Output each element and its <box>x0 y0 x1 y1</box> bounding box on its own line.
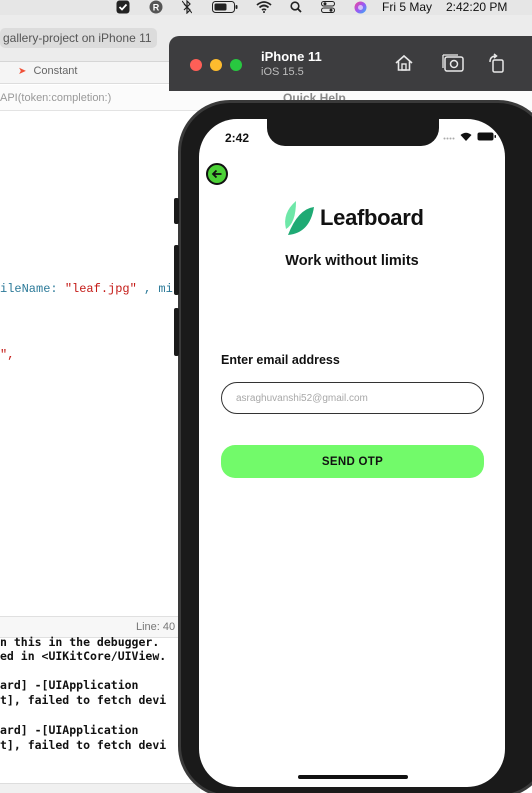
code-string: "leaf.jpg" <box>64 282 137 296</box>
console-line: n this in the debugger. <box>0 635 160 649</box>
swift-icon: ➤ <box>18 66 27 77</box>
siri-icon[interactable] <box>352 0 368 14</box>
console-line: ard] -[UIApplication <box>0 678 139 692</box>
console-line: ard] -[UIApplication <box>0 723 139 737</box>
code-line[interactable]: ileName: "leaf.jpg" , mi <box>0 282 173 296</box>
checkbox-icon[interactable] <box>115 0 131 14</box>
screenshot-icon[interactable] <box>440 50 466 76</box>
line-indicator: Line: 40 <box>136 621 176 633</box>
volume-up-button <box>174 198 179 224</box>
code-rest: , mi <box>136 282 173 296</box>
code-line[interactable]: ", <box>0 348 14 362</box>
send-otp-button[interactable]: SEND OTP <box>221 445 484 478</box>
tagline: Work without limits <box>285 253 419 269</box>
notch <box>267 115 439 146</box>
svg-text:R: R <box>153 3 160 13</box>
status-time: 2:42 <box>225 131 250 145</box>
r-app-icon[interactable]: R <box>148 0 164 14</box>
bluetooth-off-icon[interactable] <box>180 0 194 14</box>
scheme-selector[interactable]: gallery-project on iPhone 11 <box>0 28 157 48</box>
email-label: Enter email address <box>221 353 340 367</box>
status-icons <box>443 132 497 141</box>
minimize-button[interactable] <box>210 59 222 71</box>
home-indicator[interactable] <box>298 775 408 779</box>
arrow-left-icon <box>211 169 222 179</box>
jump-bar-function[interactable]: API(token:completion:) <box>0 92 111 104</box>
code-param: ileName: <box>0 282 65 296</box>
back-button[interactable] <box>206 163 228 185</box>
cellular-icon <box>443 137 455 139</box>
wifi-icon <box>460 132 472 141</box>
brand-name: Leafboard <box>320 205 424 230</box>
leaf-logo-icon <box>285 201 314 235</box>
simulator-os-version: iOS 15.5 <box>261 66 304 78</box>
zoom-button[interactable] <box>230 59 242 71</box>
console-line: ed in <UIKitCore/UIView. <box>0 649 167 663</box>
email-input[interactable] <box>221 382 484 414</box>
control-center-icon[interactable] <box>320 0 336 14</box>
volume-down-button <box>174 245 179 295</box>
console-filter-bar[interactable] <box>0 783 200 793</box>
close-button[interactable] <box>190 59 202 71</box>
menubar-date[interactable]: Fri 5 May <box>382 0 432 14</box>
console-line: t], failed to fetch devi <box>0 738 167 752</box>
home-icon[interactable] <box>391 50 417 76</box>
simulator-device-name: iPhone 11 <box>261 49 322 64</box>
menubar-time[interactable]: 2:42:20 PM <box>446 0 507 14</box>
silent-switch <box>174 308 179 356</box>
console-line: t], failed to fetch devi <box>0 693 167 707</box>
simulator-titlebar <box>169 36 532 91</box>
tab-constant-label: Constant <box>33 65 78 77</box>
spotlight-icon[interactable] <box>289 0 303 14</box>
wifi-icon[interactable] <box>256 0 272 14</box>
tab-constant[interactable]: ➤ Constant <box>18 65 77 77</box>
battery-icon <box>477 132 496 141</box>
battery-icon[interactable] <box>211 0 239 14</box>
rotate-icon[interactable] <box>484 50 510 76</box>
